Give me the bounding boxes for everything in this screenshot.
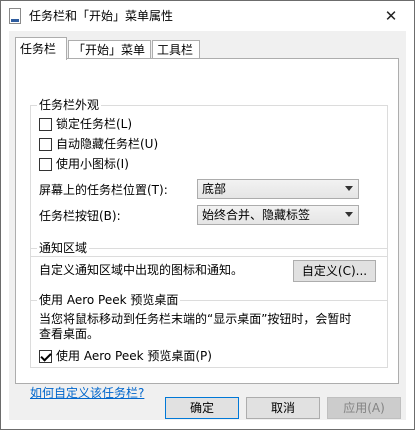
tab-start-menu[interactable]: 「开始」菜单 [68, 40, 151, 58]
close-button[interactable]: ✕ [368, 1, 414, 30]
customize-notifications-button[interactable]: 自定义(C)... [293, 260, 376, 282]
window-title: 任务栏和「开始」菜单属性 [29, 9, 174, 23]
location-value: 底部 [202, 182, 227, 196]
auto-hide-label: 自动隐藏任务栏(U) [56, 137, 159, 151]
title-bar[interactable]: 任务栏和「开始」菜单属性 ✕ [1, 1, 414, 31]
small-icons-checkbox[interactable] [39, 157, 52, 171]
notification-description: 自定义通知区域中出现的图标和通知。 [39, 263, 244, 277]
apply-button[interactable]: 应用(A) [327, 397, 401, 419]
aero-peek-legend: 使用 Aero Peek 预览桌面 [37, 293, 181, 307]
dialog-window: 任务栏和「开始」菜单属性 ✕ 任务栏 「开始」菜单 工具栏 任务栏外观 锁定任务… [0, 0, 415, 430]
taskbar-tab-panel: 任务栏外观 锁定任务栏(L) 自动隐藏任务栏(U) 使用小图标(I) 屏幕上的任… [15, 58, 399, 400]
appearance-group: 任务栏外观 锁定任务栏(L) 自动隐藏任务栏(U) 使用小图标(I) 屏幕上的任… [30, 98, 388, 257]
tab-toolbars[interactable]: 工具栏 [152, 40, 200, 58]
use-aero-peek-checkbox[interactable] [39, 349, 52, 363]
buttons-label: 任务栏按钮(B): [39, 209, 121, 223]
use-aero-peek-label: 使用 Aero Peek 预览桌面(P) [56, 349, 212, 363]
lock-taskbar-checkbox[interactable] [39, 117, 52, 131]
aero-peek-description: 当您将鼠标移动到任务栏末端的“显示桌面”按钮时，会暂时 查看桌面。 [39, 312, 352, 341]
location-label: 屏幕上的任务栏位置(T): [39, 183, 168, 197]
taskbar-buttons-value: 始终合并、隐藏标签 [202, 208, 311, 222]
close-icon: ✕ [384, 6, 398, 25]
tab-taskbar[interactable]: 任务栏 [15, 37, 67, 60]
auto-hide-checkbox[interactable] [39, 137, 52, 151]
small-icons-row[interactable]: 使用小图标(I) [39, 157, 129, 171]
notification-legend: 通知区域 [37, 241, 90, 255]
taskbar-properties-icon [9, 8, 21, 24]
chevron-down-icon [345, 186, 353, 191]
ok-button[interactable]: 确定 [165, 397, 239, 419]
appearance-legend: 任务栏外观 [37, 98, 102, 112]
auto-hide-row[interactable]: 自动隐藏任务栏(U) [39, 137, 158, 151]
chevron-down-icon [345, 212, 353, 217]
lock-taskbar-row[interactable]: 锁定任务栏(L) [39, 117, 132, 131]
dialog-client-area: 任务栏 「开始」菜单 工具栏 任务栏外观 锁定任务栏(L) 自动隐藏任务栏(U)… [9, 31, 406, 420]
location-dropdown[interactable]: 底部 [197, 179, 359, 199]
lock-taskbar-label: 锁定任务栏(L) [56, 117, 133, 131]
customize-taskbar-help-link[interactable]: 如何自定义该任务栏? [30, 386, 144, 400]
use-aero-peek-row[interactable]: 使用 Aero Peek 预览桌面(P) [39, 349, 212, 363]
cancel-button[interactable]: 取消 [246, 397, 320, 419]
aero-peek-group: 使用 Aero Peek 预览桌面 当您将鼠标移动到任务栏末端的“显示桌面”按钮… [30, 293, 388, 368]
small-icons-label: 使用小图标(I) [56, 157, 129, 171]
taskbar-buttons-dropdown[interactable]: 始终合并、隐藏标签 [197, 205, 359, 225]
